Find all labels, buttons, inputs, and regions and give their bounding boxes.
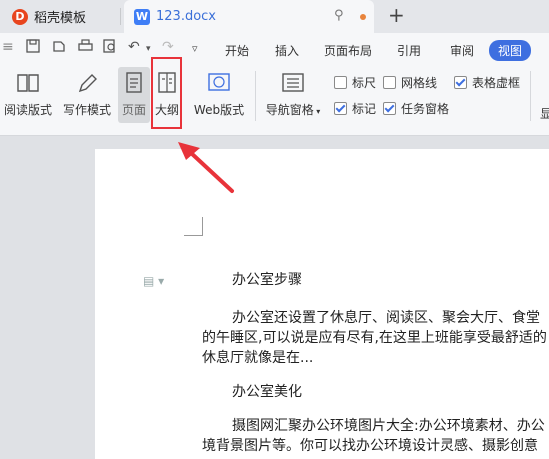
redo-icon[interactable]: ↷ — [162, 39, 174, 55]
menu-insert[interactable]: 插入 — [275, 42, 299, 59]
tab-label: 稻壳模板 — [34, 11, 87, 26]
task-pane-checkbox[interactable]: 任务窗格 — [383, 100, 449, 117]
table-gridlines-label: 表格虚框 — [472, 76, 521, 90]
web-icon — [208, 73, 230, 91]
nav-pane-icon — [282, 73, 304, 92]
gridlines-label: 网格线 — [401, 76, 438, 90]
customize-dropdown-icon[interactable]: ▿ — [192, 42, 198, 55]
undo-dropdown-icon[interactable]: ▾ — [146, 44, 151, 54]
page-view-button[interactable]: 页面 — [118, 67, 150, 123]
menu-view[interactable]: 视图 — [489, 40, 532, 61]
heading-steps: 办公室步骤 — [232, 272, 302, 288]
red-arrow-icon — [178, 142, 234, 193]
write-mode-label: 写作模式 — [62, 103, 111, 117]
page-view-label: 页面 — [121, 103, 146, 117]
document-page[interactable]: ▤ ▾ 办公室步骤 办公室还设置了休息厅、阅读区、聚会大厅、食堂 的午睡区,可以… — [95, 149, 549, 459]
nav-pane-label: 导航窗格 ▾ — [265, 103, 321, 117]
menu-start[interactable]: 开始 — [225, 42, 249, 59]
paragraph-line: 办公室还设置了休息厅、阅读区、聚会大厅、食堂 — [232, 310, 540, 326]
pin-icon[interactable]: ⚲ — [334, 8, 344, 23]
save-icon[interactable] — [26, 39, 40, 57]
export-icon[interactable] — [52, 39, 66, 57]
paragraph-line: 休息厅就像是在... — [202, 350, 314, 366]
paragraph-line: 摄图网汇聚办公环境图片大全:办公环境素材、办公 — [232, 418, 545, 434]
read-mode-button[interactable]: 阅读版式 — [2, 63, 54, 118]
menu-page-layout[interactable]: 页面布局 — [324, 42, 372, 59]
new-tab-button[interactable]: + — [388, 3, 405, 27]
ruler-checkbox[interactable]: 标尺 — [334, 74, 376, 91]
book-icon — [17, 74, 39, 92]
tab-label: 123.docx — [156, 9, 216, 24]
pen-icon — [78, 74, 97, 93]
gridlines-checkbox[interactable]: 网格线 — [383, 74, 437, 91]
ruler-label: 标尺 — [352, 76, 377, 90]
task-pane-label: 任务窗格 — [401, 102, 450, 116]
tab-divider — [120, 8, 121, 25]
unsaved-dot-icon — [360, 14, 366, 20]
menu-toggle-icon[interactable]: ≡ — [2, 39, 14, 55]
heading-beautify: 办公室美化 — [232, 384, 302, 400]
paragraph-line: 的午睡区,可以说是应有尽有,在这里上班能享受最舒适的 — [202, 330, 547, 346]
tab-document[interactable]: W 123.docx ⚲ — [124, 0, 374, 33]
web-layout-button[interactable]: Web版式 — [192, 63, 246, 118]
daoke-logo-icon: D — [12, 8, 28, 25]
menu-references[interactable]: 引用 — [397, 42, 421, 59]
tab-bar: D 稻壳模板 W 123.docx ⚲ + — [0, 0, 549, 33]
margin-corner-mark — [184, 217, 203, 236]
paragraph-marker-icon[interactable]: ▤ ▾ — [143, 274, 164, 288]
ribbon-divider — [255, 71, 256, 121]
table-gridlines-checkbox[interactable]: 表格虚框 — [454, 74, 520, 91]
paragraph-line: 境背景图片等。你可以找办公环境设计灵感、摄影创意 — [202, 438, 538, 454]
undo-icon[interactable]: ↶ — [128, 39, 140, 55]
nav-pane-button[interactable]: 导航窗格 ▾ — [262, 63, 324, 118]
word-logo-icon: W — [134, 8, 150, 25]
outline-highlight-box — [151, 57, 182, 129]
page-icon — [126, 72, 142, 93]
truncated-label: 显 — [540, 107, 549, 121]
menu-review[interactable]: 审阅 — [450, 42, 474, 59]
write-mode-button[interactable]: 写作模式 — [60, 63, 114, 118]
marks-checkbox[interactable]: 标记 — [334, 100, 376, 117]
tab-daoke-template[interactable]: D 稻壳模板 — [0, 0, 120, 33]
web-layout-label: Web版式 — [193, 103, 245, 117]
view-ribbon: 阅读版式 写作模式 页面 大纲 Web版式 导航窗格 ▾ 标尺 网格线 表格虚框… — [0, 63, 549, 136]
read-mode-label: 阅读版式 — [3, 103, 52, 117]
marks-label: 标记 — [352, 102, 377, 116]
menu-toolbar: ≡ ↶ ▾ ↷ ▿ 开始 插入 页面布局 引用 审阅 视图 — [0, 33, 549, 63]
print-icon[interactable] — [78, 39, 93, 57]
ribbon-divider — [530, 71, 531, 121]
print-preview-icon[interactable] — [103, 39, 117, 57]
